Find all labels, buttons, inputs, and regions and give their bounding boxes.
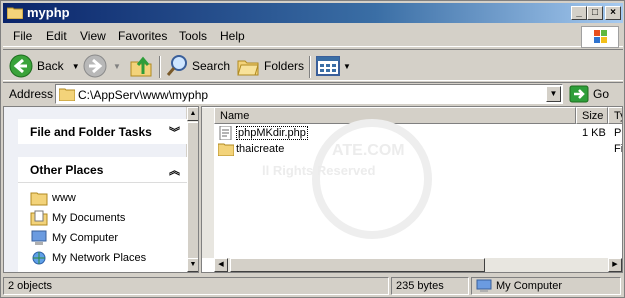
watermark-line-2: ll Rights Reserved xyxy=(262,163,375,178)
folders-icon xyxy=(237,60,259,76)
folder-icon xyxy=(218,143,234,156)
file-folder-tasks-header[interactable]: File and Folder Tasks ︾ xyxy=(18,119,188,144)
scroll-thumb[interactable] xyxy=(230,258,485,272)
file-folder-tasks-title: File and Folder Tasks xyxy=(30,125,152,139)
folders-label: Folders xyxy=(264,59,305,73)
menu-edit[interactable]: Edit xyxy=(46,29,67,43)
my-computer-icon xyxy=(476,279,492,292)
search-icon xyxy=(166,55,187,76)
file-row[interactable]: phpMKdir.php xyxy=(218,125,308,141)
status-location: My Computer xyxy=(496,280,563,292)
windows-logo-icon xyxy=(581,26,619,48)
toolbar-separator xyxy=(159,56,161,78)
file-name: thaicreate xyxy=(236,143,285,155)
other-places-title: Other Places xyxy=(30,163,104,177)
status-bar: 2 objects 235 bytes My Computer xyxy=(3,275,623,297)
up-folder-button[interactable] xyxy=(129,54,153,78)
status-objects: 2 objects xyxy=(3,277,389,295)
window-title: myphp xyxy=(27,5,70,20)
chevron-down-icon[interactable]: ︾ xyxy=(169,124,180,140)
place-label: My Network Places xyxy=(52,252,147,264)
forward-dropdown-icon[interactable]: ▼ xyxy=(113,62,121,71)
column-header-name[interactable]: Name xyxy=(214,107,576,124)
views-button[interactable]: ▼ xyxy=(316,54,351,78)
menu-favorites[interactable]: Favorites xyxy=(118,29,167,43)
chevron-up-icon[interactable]: ︽ xyxy=(169,162,180,178)
back-dropdown-icon[interactable]: ▼ xyxy=(72,62,80,71)
file-row[interactable]: thaicreate xyxy=(218,141,284,157)
forward-arrow-icon xyxy=(83,54,107,78)
network-places-icon xyxy=(32,251,46,265)
file-list-horizontal-scrollbar[interactable]: ◀ ▶ xyxy=(214,258,622,272)
my-documents-icon xyxy=(30,210,48,226)
menu-tools[interactable]: Tools xyxy=(179,29,207,43)
folder-icon xyxy=(7,7,23,19)
scroll-up-icon[interactable]: ▲ xyxy=(187,107,198,121)
folder-icon xyxy=(59,88,75,101)
search-label: Search xyxy=(192,59,231,73)
status-location-panel: My Computer xyxy=(471,277,621,295)
place-label: My Computer xyxy=(52,232,119,244)
menu-file[interactable]: File xyxy=(13,29,32,43)
task-pane-scrollbar[interactable]: ▲ ▼ xyxy=(187,107,198,272)
file-list-vertical-scrollbar[interactable] xyxy=(202,108,214,258)
file-name: phpMKdir.php xyxy=(236,126,308,140)
task-pane-background: File and Folder Tasks ︾ Other Places ︽ w… xyxy=(4,107,188,272)
place-my-computer[interactable]: My Computer xyxy=(30,229,118,247)
toolbar-separator xyxy=(309,56,311,78)
status-bytes: 235 bytes xyxy=(391,277,469,295)
go-label: Go xyxy=(593,87,610,101)
toolbar: Back ▼ ▼ Search Folders ▼ xyxy=(3,49,623,81)
folder-icon xyxy=(30,192,48,206)
scroll-thumb[interactable] xyxy=(187,122,198,259)
column-header-size[interactable]: Size xyxy=(576,107,608,124)
go-arrow-icon xyxy=(569,85,589,103)
back-arrow-icon xyxy=(9,54,33,78)
other-places-header[interactable]: Other Places ︽ xyxy=(18,157,188,182)
search-button[interactable]: Search xyxy=(165,54,230,78)
file-size: 1 KB xyxy=(582,127,606,139)
folders-button[interactable]: Folders xyxy=(236,54,304,78)
scroll-right-icon[interactable]: ▶ xyxy=(608,258,622,272)
forward-button[interactable]: ▼ xyxy=(83,54,121,78)
go-button[interactable]: Go xyxy=(569,84,617,104)
scroll-down-icon[interactable]: ▼ xyxy=(187,258,198,272)
views-dropdown-icon[interactable]: ▼ xyxy=(343,62,351,71)
address-input[interactable]: C:\AppServ\www\myphp ▼ xyxy=(55,84,563,104)
place-label: My Documents xyxy=(52,212,126,224)
other-places-list: www My Documents My Computer My Network … xyxy=(18,182,188,272)
up-folder-icon xyxy=(130,56,152,77)
column-header-type[interactable]: Ty xyxy=(608,107,622,124)
maximize-button[interactable]: □ xyxy=(587,6,603,20)
file-type: Fi xyxy=(614,143,623,155)
title-bar[interactable]: myphp _ □ × xyxy=(3,3,623,23)
address-value: C:\AppServ\www\myphp xyxy=(78,88,209,102)
place-label: www xyxy=(52,192,76,204)
menu-view[interactable]: View xyxy=(80,29,106,43)
place-my-network-places[interactable]: My Network Places xyxy=(30,249,146,267)
address-dropdown-icon[interactable]: ▼ xyxy=(546,86,561,102)
task-pane: File and Folder Tasks ︾ Other Places ︽ w… xyxy=(3,106,199,273)
close-button[interactable]: × xyxy=(605,6,621,20)
back-button[interactable]: Back ▼ xyxy=(9,54,80,78)
menu-bar: File Edit View Favorites Tools Help xyxy=(3,25,623,48)
php-file-icon xyxy=(219,126,232,140)
menu-help[interactable]: Help xyxy=(220,29,245,43)
place-www[interactable]: www xyxy=(30,189,76,207)
my-computer-icon xyxy=(31,230,47,245)
minimize-button[interactable]: _ xyxy=(571,6,587,20)
file-type: Pl xyxy=(614,127,623,139)
watermark-line-1: ATE.COM xyxy=(332,142,405,159)
file-list-pane: Name Size Ty ATE.COM ll Rights Reserved … xyxy=(201,106,623,273)
views-icon xyxy=(316,56,340,76)
scroll-left-icon[interactable]: ◀ xyxy=(214,258,228,272)
explorer-window: myphp _ □ × File Edit View Favorites Too… xyxy=(0,0,625,298)
back-label: Back xyxy=(37,59,64,73)
address-label: Address xyxy=(9,87,54,101)
address-bar: Address C:\AppServ\www\myphp ▼ Go xyxy=(3,82,623,105)
place-my-documents[interactable]: My Documents xyxy=(30,209,125,227)
